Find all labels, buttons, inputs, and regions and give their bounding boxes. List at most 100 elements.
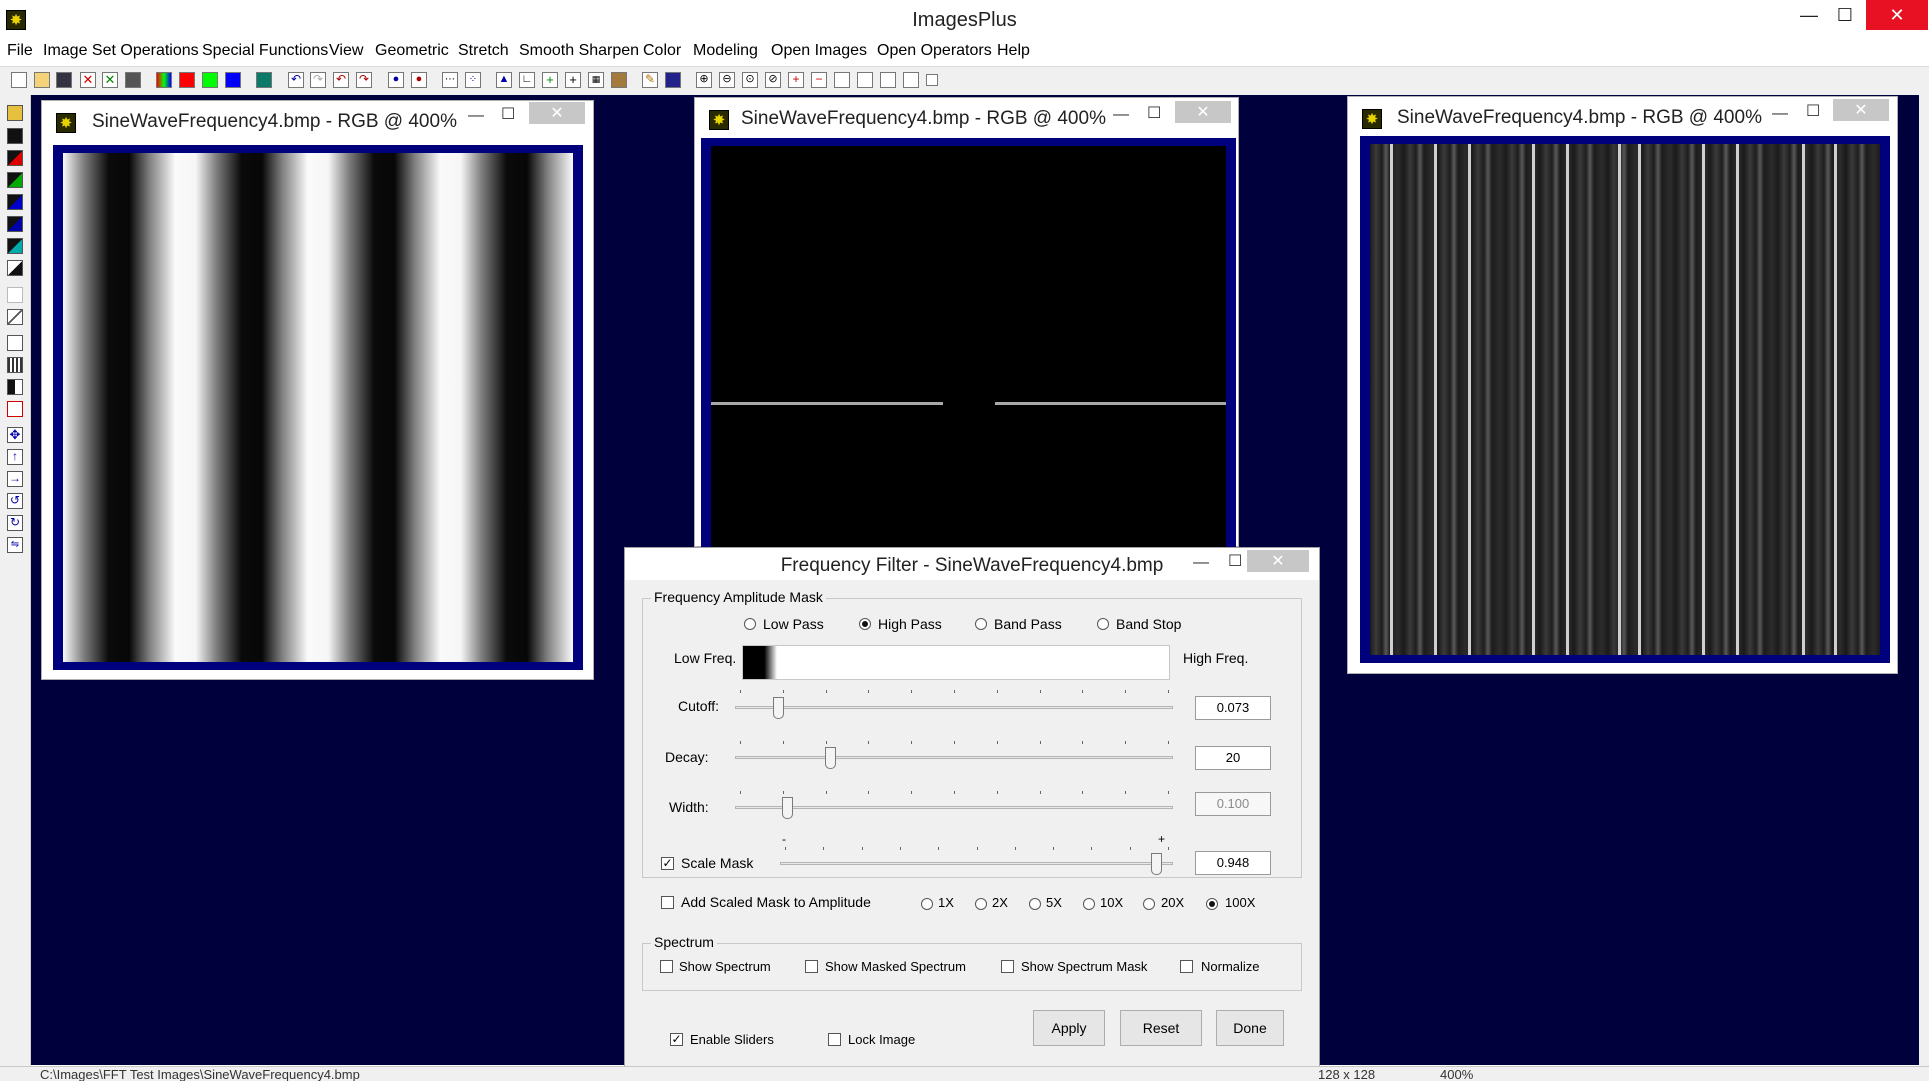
crosshair-icon[interactable]: + — [542, 72, 558, 88]
band-stop-radio[interactable] — [1097, 618, 1109, 630]
decay-value-field[interactable]: 20 — [1195, 746, 1271, 770]
multiplier-10x-radio[interactable] — [1083, 898, 1095, 910]
show-spectrum-label[interactable]: Show Spectrum — [679, 959, 771, 974]
menu-open-images[interactable]: Open Images — [771, 42, 867, 60]
image-window-spectrum[interactable]: SineWaveFrequency4.bmp - RGB @ 400% — ☐ … — [694, 97, 1239, 548]
menu-file[interactable]: File — [7, 42, 33, 60]
window-maximize-button[interactable]: ☐ — [501, 104, 515, 124]
window-close-button[interactable]: ✕ — [1175, 101, 1231, 123]
menu-open-operators[interactable]: Open Operators — [877, 42, 992, 60]
scale-value-field[interactable]: 0.948 — [1195, 851, 1271, 875]
dialog-minimize-button[interactable]: — — [1193, 554, 1209, 572]
left-tool-frame-icon[interactable] — [7, 335, 23, 351]
cutoff-slider-track[interactable] — [735, 706, 1173, 709]
left-tool-red-icon[interactable] — [7, 150, 23, 166]
filtered-image[interactable] — [1370, 144, 1880, 655]
crosshair-black-icon[interactable]: + — [565, 72, 581, 88]
left-tool-rotate-right-icon[interactable]: ↻ — [7, 515, 23, 531]
menu-image-set-operations[interactable]: Image Set Operations — [43, 42, 199, 60]
window-size-2-icon[interactable] — [857, 72, 873, 88]
width-value-field[interactable]: 0.100 — [1195, 792, 1271, 816]
multiplier-10x-label[interactable]: 10X — [1100, 895, 1123, 910]
open-folder-icon[interactable] — [34, 72, 50, 88]
left-tool-up-arrow-icon[interactable]: ↑ — [7, 449, 23, 465]
window-size-3-icon[interactable] — [880, 72, 896, 88]
decay-slider-track[interactable] — [735, 756, 1173, 759]
show-spectrum-mask-label[interactable]: Show Spectrum Mask — [1021, 959, 1147, 974]
scale-mask-label[interactable]: Scale Mask — [681, 855, 753, 871]
left-tool-right-arrow-icon[interactable]: → — [7, 471, 23, 487]
left-tool-move-icon[interactable]: ✥ — [7, 427, 23, 443]
print-icon[interactable] — [125, 72, 141, 88]
fft-spectrum-image[interactable] — [711, 146, 1226, 548]
lock-image-checkbox[interactable] — [828, 1033, 841, 1046]
show-spectrum-checkbox[interactable] — [660, 960, 673, 973]
lock-image-label[interactable]: Lock Image — [848, 1032, 915, 1047]
show-masked-spectrum-label[interactable]: Show Masked Spectrum — [825, 959, 966, 974]
multiplier-20x-label[interactable]: 20X — [1161, 895, 1184, 910]
high-pass-radio[interactable] — [859, 618, 871, 630]
left-tool-contrast-icon[interactable] — [7, 260, 23, 276]
undo-all-icon[interactable]: ↶ — [333, 72, 349, 88]
zoom-plus-icon[interactable]: + — [788, 72, 804, 88]
zoom-in-icon[interactable]: ⊕ — [696, 72, 712, 88]
apply-button[interactable]: Apply — [1033, 1010, 1105, 1046]
enable-sliders-label[interactable]: Enable Sliders — [690, 1032, 774, 1047]
show-masked-spectrum-checkbox[interactable] — [805, 960, 818, 973]
left-tool-teal-icon[interactable] — [7, 238, 23, 254]
multiplier-100x-label[interactable]: 100X — [1225, 895, 1255, 910]
color-picker-icon[interactable] — [611, 72, 627, 88]
cutoff-slider-thumb[interactable] — [773, 697, 785, 719]
zoom-actual-icon[interactable]: ⊘ — [765, 72, 781, 88]
left-tool-flip-icon[interactable]: ⇋ — [7, 537, 23, 553]
image-window-filtered[interactable]: SineWaveFrequency4.bmp - RGB @ 400% — ☐ … — [1347, 96, 1898, 674]
red-channel-icon[interactable] — [179, 72, 195, 88]
right-scrollbar[interactable] — [1919, 95, 1929, 1080]
green-channel-icon[interactable] — [202, 72, 218, 88]
decay-slider-thumb[interactable] — [824, 747, 836, 769]
left-tool-black-icon[interactable] — [7, 128, 23, 144]
scatter-icon[interactable]: ⁘ — [465, 72, 481, 88]
multiplier-2x-label[interactable]: 2X — [992, 895, 1008, 910]
multiplier-1x-label[interactable]: 1X — [938, 895, 954, 910]
scale-slider-thumb[interactable] — [1150, 853, 1162, 875]
band-pass-radio[interactable] — [975, 618, 987, 630]
left-tool-select-icon[interactable] — [7, 401, 23, 417]
app-maximize-button[interactable]: ☐ — [1822, 0, 1868, 30]
add-scaled-checkbox[interactable] — [661, 896, 674, 909]
menu-smooth-sharpen[interactable]: Smooth Sharpen — [519, 42, 639, 60]
enable-sliders-checkbox[interactable]: ✓ — [670, 1033, 683, 1046]
menu-special-functions[interactable]: Special Functions — [202, 42, 328, 60]
luminance-icon[interactable] — [256, 72, 272, 88]
rgb-channels-icon[interactable] — [156, 72, 172, 88]
fill-icon[interactable] — [665, 72, 681, 88]
low-pass-label[interactable]: Low Pass — [763, 616, 824, 632]
reset-button[interactable]: Reset — [1120, 1010, 1202, 1046]
dots-icon[interactable]: ⋯ — [442, 72, 458, 88]
menu-modeling[interactable]: Modeling — [693, 42, 758, 60]
window-size-4-icon[interactable] — [903, 72, 919, 88]
high-pass-label[interactable]: High Pass — [878, 616, 942, 632]
normalize-checkbox[interactable] — [1180, 960, 1193, 973]
frequency-filter-dialog[interactable]: Frequency Filter - SineWaveFrequency4.bm… — [624, 547, 1320, 1080]
sine-wave-image[interactable] — [63, 153, 573, 662]
undo-icon[interactable]: ↶ — [288, 72, 304, 88]
curve-icon[interactable]: ∟ — [519, 72, 535, 88]
new-file-icon[interactable] — [11, 72, 27, 88]
scale-mask-checkbox[interactable]: ✓ — [661, 857, 674, 870]
blue-channel-icon[interactable] — [225, 72, 241, 88]
window-maximize-button[interactable]: ☐ — [1806, 101, 1820, 121]
cutoff-value-field[interactable]: 0.073 — [1195, 696, 1271, 720]
multiplier-5x-radio[interactable] — [1029, 898, 1041, 910]
window-close-button[interactable]: ✕ — [1833, 99, 1889, 121]
width-slider-thumb[interactable] — [781, 797, 793, 819]
multiplier-1x-radio[interactable] — [921, 898, 933, 910]
left-tool-green-icon[interactable] — [7, 172, 23, 188]
dialog-close-button[interactable]: ✕ — [1247, 550, 1309, 572]
multiplier-20x-radio[interactable] — [1143, 898, 1155, 910]
normalize-label[interactable]: Normalize — [1201, 959, 1260, 974]
band-stop-label[interactable]: Band Stop — [1116, 616, 1181, 632]
multiplier-100x-radio[interactable] — [1206, 898, 1218, 910]
band-pass-label[interactable]: Band Pass — [994, 616, 1062, 632]
close-all-icon[interactable]: ✕ — [102, 72, 118, 88]
